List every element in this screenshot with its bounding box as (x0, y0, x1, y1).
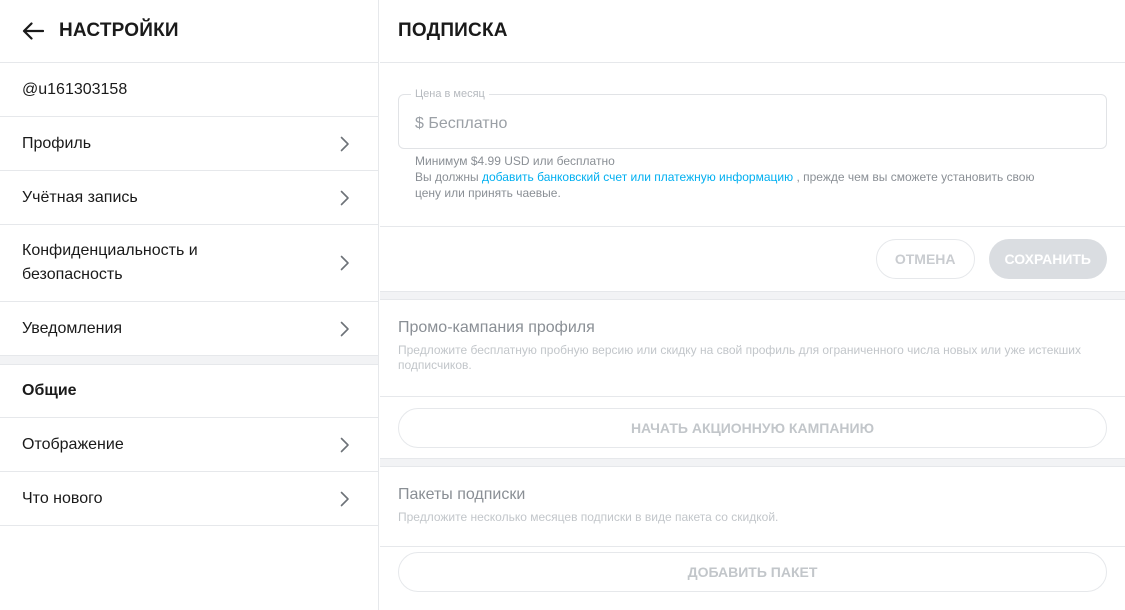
payment-requirement-text: Вы должны добавить банковский счет или п… (415, 169, 1058, 201)
sidebar-header: НАСТРОЙКИ (0, 0, 378, 63)
chevron-right-icon (340, 321, 349, 336)
main-header: ПОДПИСКА (380, 0, 1125, 63)
sidebar-item-privacy-security[interactable]: Конфиденциальность и безопасность (0, 225, 378, 302)
bundles-button-row: ДОБАВИТЬ ПАКЕТ (380, 547, 1125, 597)
price-field-label: Цена в месяц (411, 88, 489, 100)
subscription-bundles-section: Пакеты подписки Предложите несколько мес… (380, 467, 1125, 547)
sidebar-item-profile[interactable]: Профиль (0, 117, 378, 171)
section-divider (0, 356, 378, 365)
save-button[interactable]: СОХРАНИТЬ (988, 239, 1107, 279)
chevron-right-icon (340, 136, 349, 151)
chevron-right-icon (340, 255, 349, 271)
sidebar-item-display[interactable]: Отображение (0, 418, 378, 472)
sidebar-item-label: Отображение (22, 435, 124, 453)
hint-text-before: Вы должны (415, 170, 482, 184)
sidebar-item-notifications[interactable]: Уведомления (0, 302, 378, 356)
profile-promo-section: Промо-кампания профиля Предложите беспла… (380, 300, 1125, 397)
sidebar-title: НАСТРОЙКИ (59, 20, 179, 41)
price-hint: Минимум $4.99 USD или бесплатно Вы должн… (398, 153, 1058, 201)
sidebar-item-label: Учётная запись (22, 188, 138, 206)
start-promo-campaign-button[interactable]: НАЧАТЬ АКЦИОННУЮ КАМПАНИЮ (398, 407, 1107, 448)
bundles-title: Пакеты подписки (398, 486, 526, 503)
username[interactable]: @u161303158 (0, 63, 378, 117)
sidebar-item-label: Конфиденциальность и безопасность (22, 242, 198, 283)
sidebar-item-label: Что нового (22, 489, 103, 507)
sidebar-item-whats-new[interactable]: Что нового (0, 472, 378, 526)
add-bank-account-link[interactable]: добавить банковский счет или платежную и… (482, 170, 793, 184)
price-minimum-text: Минимум $4.99 USD или бесплатно (415, 154, 615, 168)
settings-sidebar: НАСТРОЙКИ @u161303158 Профиль Учётная за… (0, 0, 379, 610)
promo-description: Предложите бесплатную пробную версию или… (398, 343, 1081, 372)
subscription-panel: ПОДПИСКА Цена в месяц $ Бесплатно Миниму… (380, 0, 1125, 610)
sidebar-item-account[interactable]: Учётная запись (0, 171, 378, 225)
price-section: Цена в месяц $ Бесплатно Минимум $4.99 U… (380, 63, 1125, 227)
chevron-right-icon (340, 491, 349, 506)
sidebar-item-label: Уведомления (22, 319, 123, 337)
bundles-description: Предложите несколько месяцев подписки в … (398, 510, 779, 524)
form-actions: ОТМЕНА СОХРАНИТЬ (380, 227, 1125, 292)
page-title: ПОДПИСКА (398, 20, 508, 41)
add-bundle-button[interactable]: ДОБАВИТЬ ПАКЕТ (398, 552, 1107, 592)
price-input-value[interactable]: $ Бесплатно (415, 111, 507, 133)
chevron-right-icon (340, 190, 349, 205)
sidebar-item-label: Профиль (22, 134, 92, 152)
section-divider (380, 292, 1125, 300)
promo-button-row: НАЧАТЬ АКЦИОННУЮ КАМПАНИЮ (380, 397, 1125, 459)
promo-title: Промо-кампания профиля (398, 319, 595, 336)
cancel-button[interactable]: ОТМЕНА (875, 239, 975, 279)
sidebar-group-title-general: Общие (0, 365, 378, 418)
chevron-right-icon (340, 437, 349, 452)
arrow-left-icon[interactable] (22, 22, 44, 40)
section-divider (380, 459, 1125, 467)
price-per-month-field[interactable]: Цена в месяц $ Бесплатно (398, 88, 1107, 149)
